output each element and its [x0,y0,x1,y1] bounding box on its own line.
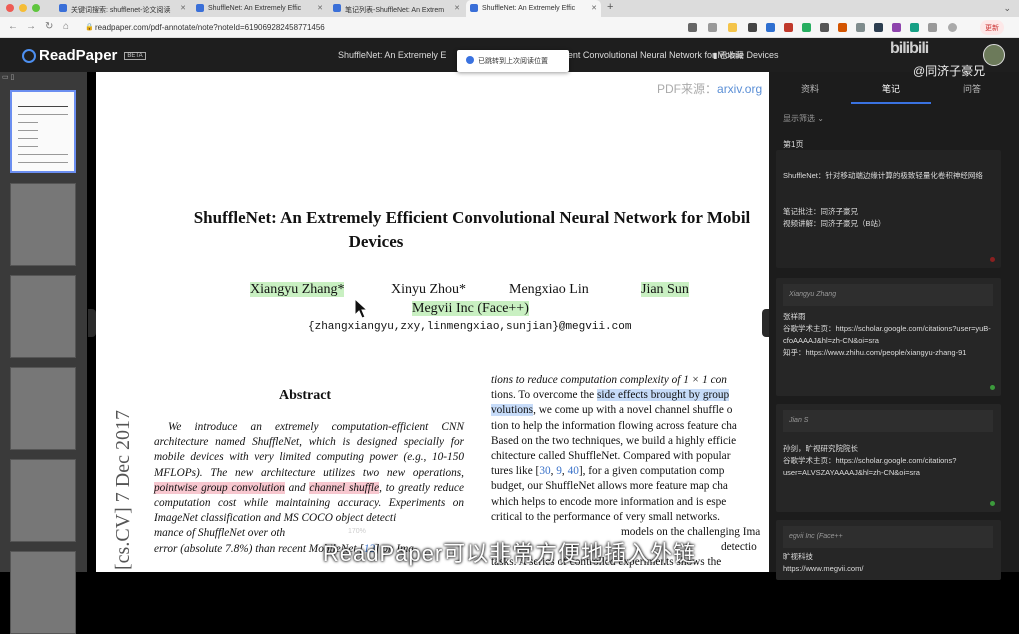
extension-icon[interactable] [910,23,919,32]
info-icon [466,56,474,64]
browser-tab[interactable]: ShuffleNet: An Extremely Effic ✕ [192,0,327,17]
uploader-name: @同济子豪兄 [913,64,986,78]
tab-materials[interactable]: 资料 [801,82,819,95]
url-field[interactable]: 🔒 readpaper.com/pdf-annotate/note?noteId=… [85,20,685,35]
page-label: 第1页 [783,140,804,149]
author-email: {zhangxiangyu,zxy,linmengxiao,sunjian}@m… [308,321,632,333]
address-bar: ← → ↻ ⌂ 🔒 readpaper.com/pdf-annotate/note… [0,17,1019,38]
page-thumbnail[interactable] [10,459,76,542]
extensions-puzzle-icon[interactable] [928,23,937,32]
logo-icon [22,48,36,63]
minimize-window-icon[interactable] [19,4,27,12]
note-color-dot [990,385,995,390]
tab-favicon-icon [470,4,478,12]
close-tab-icon[interactable]: ✕ [317,4,323,12]
page-thumbnail[interactable] [10,90,76,173]
maximize-window-icon[interactable] [32,4,40,12]
translate-icon[interactable] [688,23,697,32]
beta-badge: BETA [124,51,146,60]
author-name: Mengxiao Lin [509,282,589,297]
bilibili-watermark: bilibili [890,40,929,57]
tab-qa[interactable]: 问答 [963,82,981,95]
home-icon[interactable]: ⌂ [63,21,69,32]
new-tab-icon[interactable]: + [607,1,613,13]
tab-favicon-icon [333,4,341,12]
pdf-page: PDF来源：arxiv.org ShuffleNet: An Extremely… [96,72,769,572]
lock-icon: 🔒 [85,24,94,31]
share-icon[interactable] [708,23,717,32]
close-window-icon[interactable] [6,4,14,12]
tab-favicon-icon [196,4,204,12]
active-tab-indicator [851,102,931,104]
close-tab-icon[interactable]: ✕ [180,4,186,12]
thumbnail-toggle-icon[interactable]: ▭ ▯ [2,73,14,81]
highlight[interactable]: volutions [491,404,534,417]
browser-tab[interactable]: 关键词搜索: shufflenet-论文阅读 ✕ [55,0,190,17]
browser-tab-bar: 关键词搜索: shufflenet-论文阅读 ✕ ShuffleNet: An E… [0,0,1019,17]
highlight[interactable]: pointwise group convolution [154,481,285,494]
profile-avatar-icon[interactable] [948,23,957,32]
note-quote: Jian S [783,410,993,432]
thumbnail-sidebar [0,72,87,634]
back-icon[interactable]: ← [8,21,18,32]
page-thumbnail[interactable] [10,183,76,266]
pdf-source: PDF来源：arxiv.org [657,82,763,96]
close-tab-icon[interactable]: ✕ [454,4,460,12]
pdf-source-link[interactable]: arxiv.org [717,82,762,96]
extension-icon[interactable] [874,23,883,32]
update-button[interactable]: 更新 [980,20,1004,35]
browser-tab[interactable]: 笔记列表-ShuffleNet: An Extrem ✕ [329,0,464,17]
extension-icon[interactable] [892,23,901,32]
extension-icon[interactable] [766,23,775,32]
tab-search-icon[interactable]: ⌄ [1003,3,1011,14]
affiliation[interactable]: Megvii Inc (Face++) [412,301,529,317]
tab-favicon-icon [59,4,67,12]
uploader-avatar [983,44,1005,66]
reload-icon[interactable]: ↻ [45,21,53,32]
extension-icon[interactable] [802,23,811,32]
toast-message: 已跳转到上次阅读位置 [457,50,569,72]
tab-notes[interactable]: 笔记 [882,82,900,95]
collapse-left-panel-handle[interactable] [88,309,96,337]
forward-icon[interactable]: → [26,21,36,32]
video-subtitle: ReadPaper可以非常方便地插入外链 [322,541,697,566]
note-color-dot [990,257,995,262]
note-color-dot [990,501,995,506]
extension-icon[interactable] [856,23,865,32]
close-tab-icon[interactable]: ✕ [591,4,597,12]
note-card[interactable]: Jian S 孙剑，旷视研究院院长 谷歌学术主页：https://scholar… [776,404,1001,512]
extension-icon[interactable] [838,23,847,32]
bookmark-star-icon[interactable] [728,23,737,32]
abstract-heading: Abstract [279,388,332,403]
bookmark-button[interactable]: ▮ 已收藏 [713,50,744,61]
highlight[interactable]: channel shuffle [309,481,380,494]
paper-title: ShuffleNet: An Extremely Efficient Convo… [193,208,751,251]
note-card[interactable]: ShuffleNet：针对移动端边缘计算的极致轻量化卷积神经网络 笔记批注：同济… [776,150,1001,268]
author-name: Xinyu Zhou* [391,282,467,297]
author-name[interactable]: Xiangyu Zhang* [250,282,345,298]
highlight[interactable]: side effects brought by group [597,389,730,402]
author-name[interactable]: Jian Sun [641,282,689,298]
zoom-level[interactable]: 170% [348,528,366,535]
extension-icon[interactable] [784,23,793,32]
browser-tab-active[interactable]: ShuffleNet: An Extremely Effic ✕ [466,0,601,17]
filter-dropdown[interactable]: 显示筛选 ⌄ [783,113,824,124]
readpaper-logo[interactable]: ReadPaper BETA [22,47,146,64]
note-card[interactable]: Xiangyu Zhang 张祥雨 谷歌学术主页：https://scholar… [776,278,1001,396]
mouse-cursor-icon [354,298,368,319]
chevron-down-icon: ⌄ [817,114,824,123]
page-thumbnail[interactable] [10,367,76,450]
bookmark-icon: ▮ [713,51,720,60]
extension-icon[interactable] [748,23,757,32]
note-quote: Xiangyu Zhang [783,284,993,306]
page-thumbnail[interactable] [10,275,76,358]
extension-icon[interactable] [820,23,829,32]
